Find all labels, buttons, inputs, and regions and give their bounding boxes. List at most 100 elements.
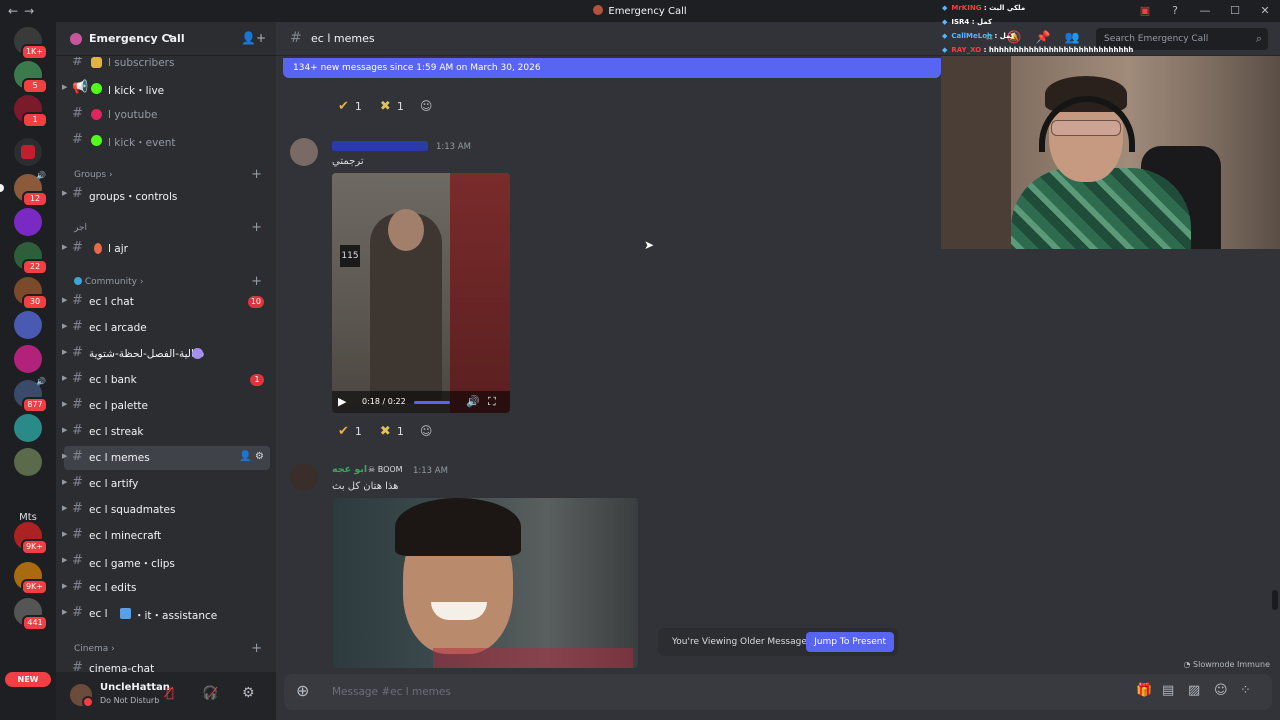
server-icon[interactable]: 9K+: [14, 562, 48, 595]
jump-to-present-button[interactable]: Jump To Present: [806, 632, 894, 652]
gif-icon[interactable]: ▤: [1162, 683, 1174, 698]
expand-arrow-icon: ▶: [62, 374, 68, 382]
image-attachment[interactable]: [333, 498, 638, 668]
server-icon[interactable]: 🔊 877: [14, 377, 48, 413]
youtube-logo-icon: [91, 109, 102, 120]
category-ajr[interactable]: اجر +: [64, 220, 270, 238]
message-author-redacted[interactable]: [332, 141, 428, 151]
channel-ec-streak[interactable]: ▶ # ec ا streak: [62, 420, 270, 444]
new-messages-banner[interactable]: 134+ new messages since 1:59 AM on March…: [283, 58, 941, 78]
add-reaction-icon[interactable]: ☺: [416, 420, 437, 442]
video-attachment[interactable]: 115 ▶ 0:18 / 0:22 🔊 ⛶: [332, 173, 510, 413]
add-member-icon[interactable]: 👤: [239, 451, 251, 462]
emoji-icon[interactable]: ☺: [1214, 683, 1228, 698]
channel-ec-palette[interactable]: ▶ # ec ا palette: [62, 394, 270, 418]
maximize-button[interactable]: ☐: [1220, 0, 1250, 22]
channel-ec-event[interactable]: ▶ # فعالية-الفصل-لحظة-شتوية: [62, 342, 270, 366]
reaction-cross[interactable]: ✖ 1: [374, 95, 410, 117]
avatar[interactable]: [290, 138, 318, 166]
server-icon[interactable]: 22: [14, 242, 48, 275]
invite-people-icon[interactable]: 👤+: [241, 31, 266, 45]
add-channel-icon[interactable]: +: [251, 641, 262, 656]
reaction-check[interactable]: ✔ 1: [332, 420, 368, 442]
kick-icon: ◆: [942, 18, 948, 26]
headphones-muted-icon[interactable]: 🎧̸: [202, 686, 218, 701]
channel-ec-it-assistance[interactable]: ▶ # ec ا ・it・assistance: [62, 602, 270, 626]
mention-badge: 877: [22, 397, 48, 413]
apps-icon[interactable]: ⁘: [1240, 683, 1251, 698]
server-icon[interactable]: [14, 311, 42, 339]
upload-plus-icon[interactable]: ⊕: [296, 681, 309, 700]
add-reaction-icon[interactable]: ☺: [416, 95, 437, 117]
mention-badge: 30: [22, 294, 48, 310]
reaction-check[interactable]: ✔ 1: [332, 95, 368, 117]
server-icon[interactable]: 30: [14, 277, 48, 310]
sticker-icon[interactable]: ▨: [1188, 683, 1200, 698]
channel-ec-squadmates[interactable]: ▶ # ec ا squadmates: [62, 498, 270, 522]
reaction-cross[interactable]: ✖ 1: [374, 420, 410, 442]
minimize-button[interactable]: —: [1190, 0, 1220, 22]
mention-badge: 1: [22, 112, 48, 128]
stream-chat-overlay: ◆ MrKING : ملكي البث ◆ ISR4 : كمل ◆ CallMeL…: [942, 2, 1192, 60]
expand-arrow-icon: ▶: [62, 400, 68, 408]
guild-header[interactable]: Emergency Call ▾ 👤+: [56, 22, 276, 56]
user-panel: UncleHattan Do Not Disturb 🎙̸ 🎧̸ ⚙: [56, 672, 276, 720]
message-input[interactable]: [332, 682, 1032, 702]
avatar[interactable]: [70, 684, 94, 708]
channel-ec-minecraft[interactable]: ▶ # ec ا minecraft: [62, 524, 270, 548]
hash-icon: #: [72, 660, 83, 672]
channel-ajr[interactable]: ▶ # ا ajr: [62, 237, 270, 261]
server-icon[interactable]: 1: [14, 95, 48, 128]
check-emoji-icon: ✔: [338, 423, 349, 439]
close-button[interactable]: ✕: [1250, 0, 1280, 22]
channel-ec-artify[interactable]: ▶ # ec ا artify: [62, 472, 270, 496]
server-icon[interactable]: 441: [14, 598, 48, 631]
mention-badge: 5: [22, 78, 48, 94]
avatar[interactable]: [290, 463, 318, 491]
hash-icon: #: [72, 132, 83, 147]
expand-arrow-icon: ▶: [62, 322, 68, 330]
scrollbar-thumb[interactable]: [1272, 590, 1278, 610]
mic-muted-icon[interactable]: 🎙̸: [166, 686, 174, 701]
channel-ec-memes[interactable]: ▶ # ec ا memes 👤 ⚙: [62, 446, 270, 470]
add-channel-icon[interactable]: +: [251, 220, 262, 235]
add-channel-icon[interactable]: +: [251, 167, 262, 182]
new-badge[interactable]: NEW: [5, 672, 51, 687]
server-icon[interactable]: 5: [14, 61, 48, 94]
channel-ec-arcade[interactable]: ▶ # ec ا arcade: [62, 316, 270, 340]
server-icon[interactable]: [14, 414, 42, 442]
slowmode-indicator: ◔ Slowmode Immune: [1183, 660, 1270, 669]
server-icon[interactable]: [14, 448, 42, 476]
channel-kick-event[interactable]: # ا kick・event: [64, 129, 270, 153]
channel-cinema-chat[interactable]: # cinema-chat: [64, 657, 270, 672]
gift-icon[interactable]: 🎁: [1136, 683, 1152, 698]
channel-ec-edits[interactable]: ▶ # ec ا edits: [62, 576, 270, 600]
channel-youtube[interactable]: # ا youtube: [64, 103, 270, 127]
fullscreen-icon[interactable]: ⛶: [488, 395, 496, 409]
channel-groups-controls[interactable]: ▶ # groups・controls: [62, 183, 270, 207]
channel-ec-chat[interactable]: ▶ # ec ا chat 10: [62, 290, 270, 314]
channel-kick-live[interactable]: ▶ 📢 ا kick・live: [62, 77, 270, 101]
server-icon[interactable]: [14, 138, 42, 166]
channel-ec-game-clips[interactable]: ▶ # ec ا game・clips: [62, 550, 270, 574]
message-author[interactable]: ابو عجه: [332, 464, 367, 475]
mention-badge: 22: [22, 259, 48, 275]
server-icon[interactable]: 9K+: [14, 522, 48, 555]
channel-sidebar: Emergency Call ▾ 👤+ # ا subscribers ▶ 📢 ا k…: [56, 22, 276, 720]
server-icon[interactable]: [14, 208, 42, 236]
channel-ec-bank[interactable]: ▶ # ec ا bank 1: [62, 368, 270, 392]
gear-icon[interactable]: ⚙: [255, 451, 264, 462]
gear-icon[interactable]: ⚙: [242, 685, 255, 701]
play-icon[interactable]: ▶: [338, 395, 346, 408]
volume-icon[interactable]: 🔊: [466, 395, 480, 408]
video-progress[interactable]: [414, 401, 450, 404]
server-icon[interactable]: 1K+: [14, 27, 48, 60]
mention-badge: 1: [250, 374, 264, 386]
add-channel-icon[interactable]: +: [251, 274, 262, 289]
server-icon[interactable]: 🔊 12: [0, 171, 48, 207]
hash-icon: #: [72, 501, 83, 516]
server-logo: [21, 145, 35, 159]
channel-subscribers[interactable]: # ا subscribers: [64, 57, 270, 75]
hash-icon: #: [72, 397, 83, 412]
server-icon[interactable]: [14, 345, 42, 373]
